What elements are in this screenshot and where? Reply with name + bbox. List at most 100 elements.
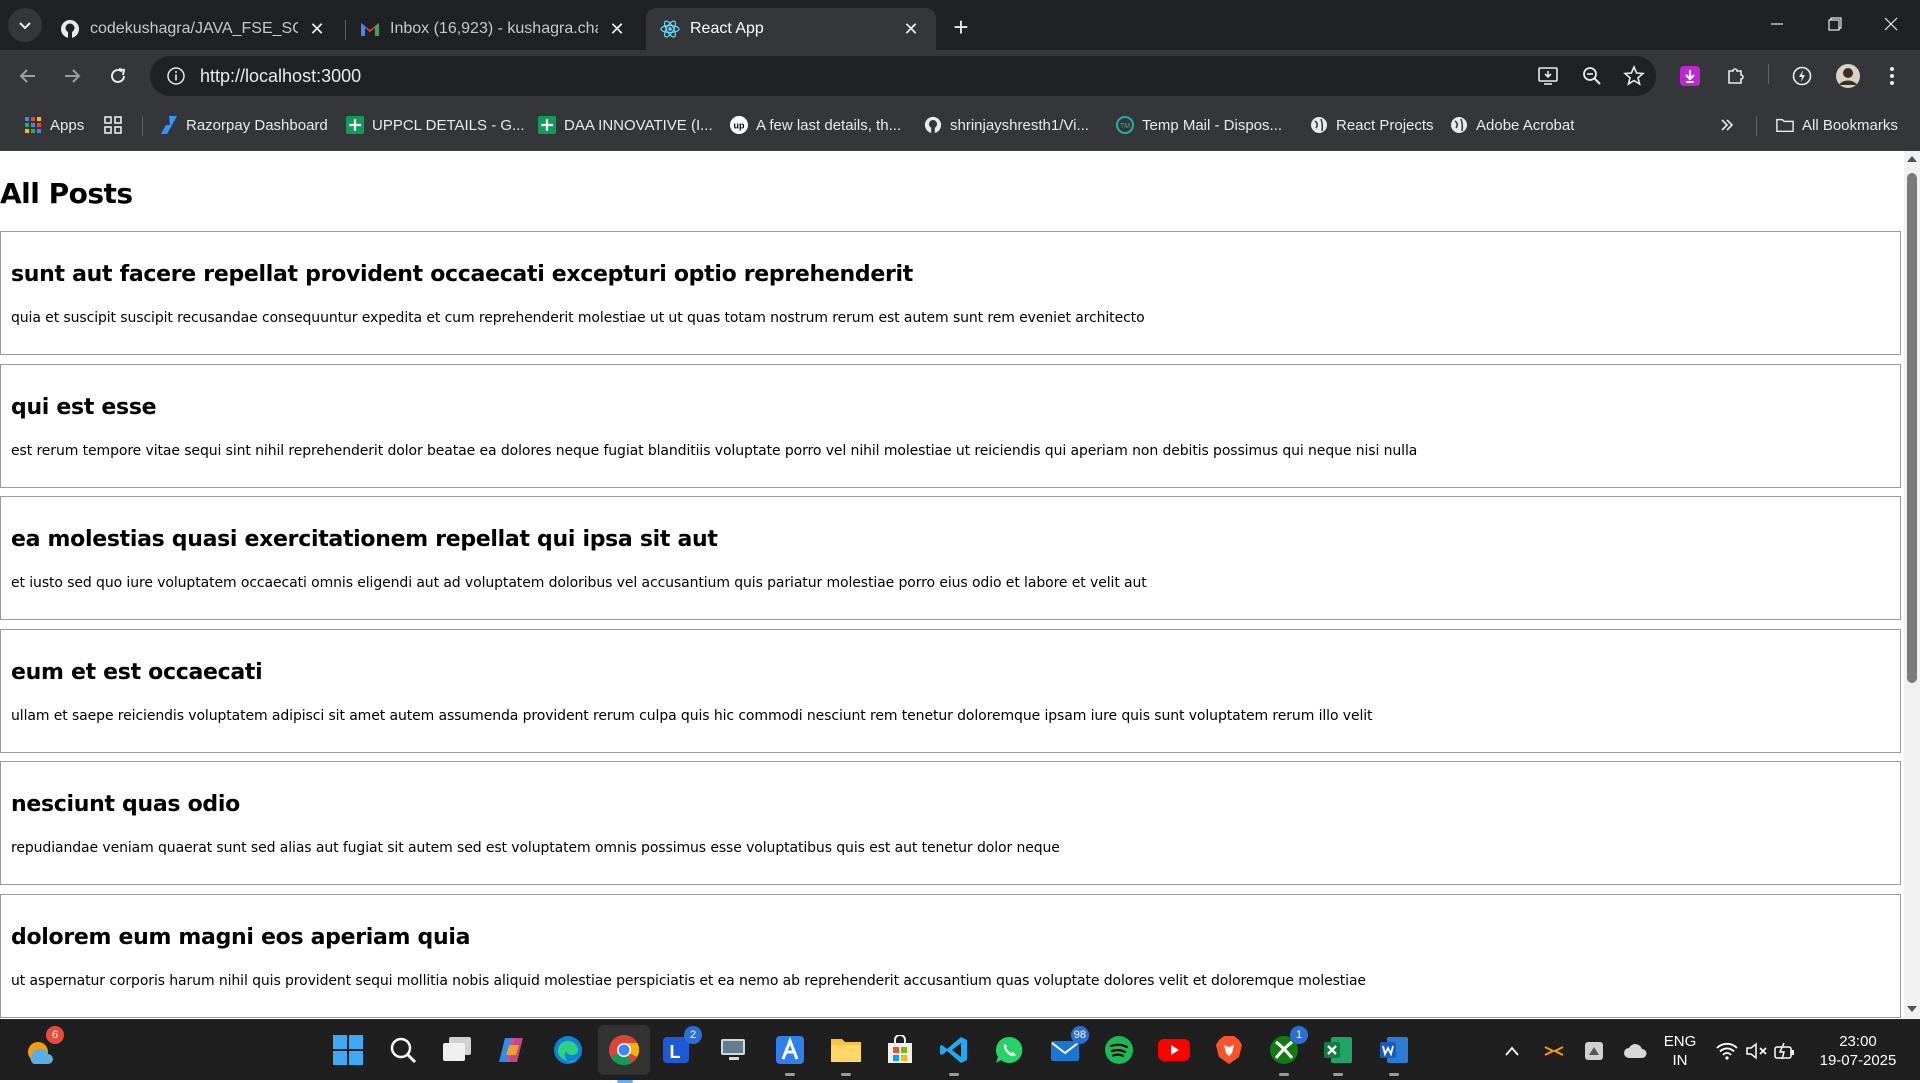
azure-studio-app[interactable] — [772, 1032, 808, 1076]
install-app-icon[interactable] — [1536, 64, 1560, 88]
tab-groups-button[interactable] — [104, 113, 130, 137]
bookmark-star-icon[interactable] — [1622, 64, 1646, 88]
tab-title: React App — [690, 20, 764, 37]
close-icon[interactable]: ✕ — [306, 18, 328, 40]
site-info-icon[interactable] — [156, 66, 196, 86]
download-extension-icon[interactable] — [1676, 62, 1704, 90]
vscode-app[interactable] — [936, 1032, 972, 1076]
performance-icon[interactable] — [1788, 62, 1816, 90]
windows-icon — [333, 1035, 363, 1065]
azure-icon — [776, 1036, 804, 1064]
tab-react-app[interactable]: React App ✕ — [646, 8, 936, 50]
scrollbar-thumb[interactable] — [1907, 173, 1917, 683]
close-icon[interactable]: ✕ — [606, 18, 628, 40]
post-card: qui est esse est rerum tempore vitae seq… — [0, 364, 1901, 488]
tray-app-icon[interactable] — [1540, 1020, 1568, 1081]
tab-groups-icon — [104, 116, 122, 134]
battery-button[interactable] — [1772, 1020, 1798, 1081]
whatsapp-app[interactable] — [991, 1032, 1027, 1068]
wifi-icon — [1716, 1042, 1738, 1060]
tray-device-icon[interactable] — [1580, 1020, 1608, 1081]
svg-text:up: up — [734, 121, 745, 131]
edge-app[interactable] — [550, 1032, 586, 1068]
mail-app[interactable]: 98 — [1047, 1026, 1089, 1068]
new-tab-button[interactable]: + — [946, 12, 976, 42]
brave-icon — [1216, 1036, 1242, 1064]
start-button[interactable] — [330, 1032, 366, 1068]
bookmark-upwork[interactable]: up A few last details, th... — [730, 113, 901, 137]
extensions-puzzle-icon[interactable] — [1722, 62, 1750, 90]
copilot-app[interactable] — [494, 1032, 530, 1068]
spotify-app[interactable] — [1101, 1032, 1137, 1068]
tab-search-button[interactable] — [8, 8, 42, 42]
arrow-right-icon — [65, 69, 81, 83]
youtube-app[interactable] — [1156, 1032, 1192, 1068]
clock[interactable]: 23:00 19-07-2025 — [1808, 1032, 1908, 1070]
scroll-up-icon[interactable] — [1907, 154, 1917, 164]
post-body: ullam et saepe reiciendis voluptatem adi… — [11, 708, 1373, 724]
post-title: ea molestias quasi exercitationem repell… — [11, 527, 718, 552]
volume-button[interactable] — [1744, 1020, 1770, 1081]
post-title: qui est esse — [11, 395, 157, 420]
bookmarks-bar: Apps Razorpay Dashboard UPPCL DETAILS - … — [0, 100, 1920, 151]
weather-widget[interactable]: 6 — [22, 1026, 64, 1068]
reload-button[interactable] — [102, 60, 134, 92]
tab-gmail[interactable]: Inbox (16,923) - kushagra.chatu ✕ — [346, 8, 642, 50]
close-icon[interactable]: ✕ — [900, 18, 922, 40]
bookmark-react-projects[interactable]: React Projects — [1310, 113, 1434, 137]
excel-app[interactable] — [1320, 1032, 1356, 1076]
restore-button[interactable] — [1806, 0, 1864, 48]
folder-icon — [1776, 116, 1794, 134]
word-app[interactable] — [1376, 1032, 1412, 1076]
store-app[interactable] — [882, 1032, 918, 1068]
task-view-button[interactable] — [440, 1032, 476, 1068]
network-button[interactable] — [1714, 1020, 1740, 1081]
zoom-icon[interactable] — [1580, 64, 1604, 88]
onedrive-icon-button[interactable] — [1620, 1020, 1650, 1081]
clock-date: 19-07-2025 — [1819, 1052, 1897, 1069]
back-button[interactable] — [12, 60, 44, 92]
upwork-icon: up — [730, 116, 748, 134]
gmail-icon — [360, 19, 380, 39]
brave-app[interactable] — [1211, 1032, 1247, 1068]
sheets-icon — [346, 116, 364, 134]
language-indicator[interactable]: ENG IN — [1660, 1032, 1700, 1070]
tab-title: codekushagra/JAVA_FSE_SOL: N — [90, 20, 298, 37]
bookmark-uppcl[interactable]: UPPCL DETAILS - G... — [346, 113, 525, 137]
notification-badge: 98 — [1070, 1026, 1089, 1044]
chrome-menu-icon[interactable] — [1878, 62, 1906, 90]
bookmark-label: React Projects — [1336, 116, 1434, 134]
bookmark-adobe-acrobat[interactable]: Adobe Acrobat — [1450, 113, 1574, 137]
page-scrollbar[interactable] — [1904, 151, 1920, 1019]
teams-app[interactable]: L 2 — [660, 1026, 702, 1068]
bookmark-tempmail[interactable]: TM Temp Mail - Dispos... — [1116, 113, 1282, 137]
restore-icon — [1828, 17, 1842, 31]
chrome-app[interactable] — [598, 1025, 650, 1083]
file-explorer-app[interactable] — [828, 1032, 864, 1076]
bookmark-apps[interactable]: Apps — [24, 113, 84, 137]
minimize-button[interactable] — [1748, 0, 1806, 48]
profile-avatar[interactable] — [1834, 62, 1862, 90]
show-hidden-icons-button[interactable] — [1500, 1020, 1524, 1081]
bookmark-divider — [1756, 116, 1757, 136]
tab-github[interactable]: codekushagra/JAVA_FSE_SOL: N ✕ — [46, 8, 342, 50]
remote-desktop-app[interactable] — [716, 1032, 752, 1068]
word-icon — [1380, 1037, 1408, 1063]
bookmark-daa[interactable]: DAA INNOVATIVE (I... — [538, 113, 713, 137]
address-bar[interactable]: http://localhost:3000 — [150, 56, 1656, 96]
forward-button[interactable] — [56, 60, 88, 92]
xbox-app[interactable]: 1 — [1266, 1026, 1308, 1076]
all-bookmarks-button[interactable]: All Bookmarks — [1776, 113, 1898, 137]
language-code: ENG — [1663, 1033, 1697, 1050]
running-indicator — [785, 1073, 795, 1076]
post-body: repudiandae veniam quaerat sunt sed alia… — [11, 840, 1060, 856]
search-icon — [390, 1037, 417, 1064]
bookmarks-overflow-button[interactable] — [1718, 113, 1744, 137]
bookmark-razorpay[interactable]: Razorpay Dashboard — [160, 113, 328, 137]
bookmark-github[interactable]: shrinjayshresth1/Vi... — [924, 113, 1089, 137]
scroll-down-icon[interactable] — [1907, 1004, 1917, 1014]
search-button[interactable] — [385, 1032, 421, 1068]
whatsapp-icon — [995, 1036, 1023, 1063]
vscode-icon — [940, 1037, 967, 1063]
close-window-button[interactable] — [1862, 0, 1920, 48]
